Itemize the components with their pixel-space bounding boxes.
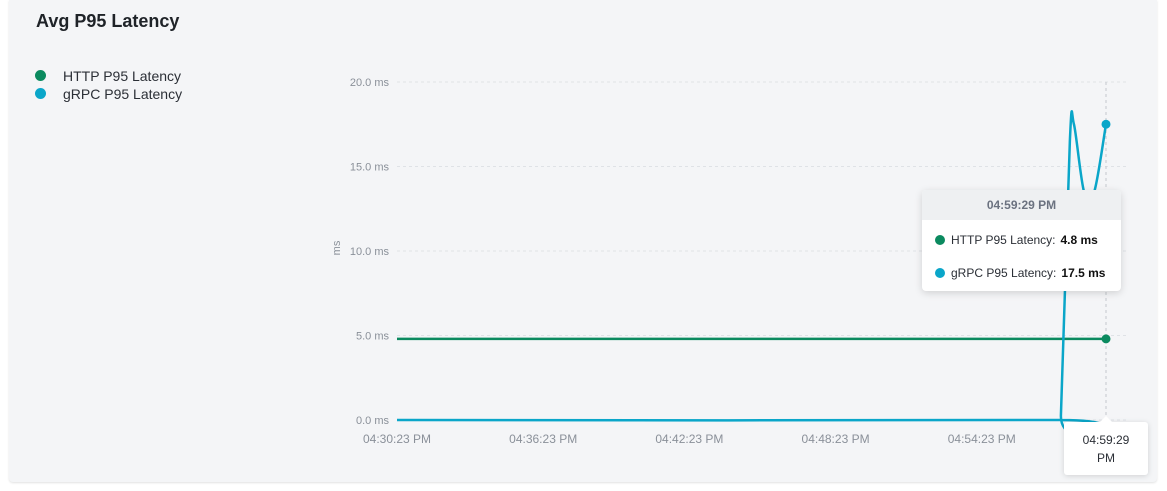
x-axis-hover-label: 04:59:29 PM xyxy=(1064,416,1148,475)
y-tick-label: 0.0 ms xyxy=(356,415,390,427)
x-tick-label: 04:48:23 PM xyxy=(802,432,870,446)
x-tick-label: 04:42:23 PM xyxy=(655,432,723,446)
x-hover-time: 04:59:29 xyxy=(1082,433,1130,447)
hover-point-grpc xyxy=(1101,119,1111,129)
tooltip-value-grpc: 17.5 ms xyxy=(1061,266,1106,280)
tooltip-label-grpc: gRPC P95 Latency: xyxy=(951,266,1057,280)
tooltip-time: 04:59:29 PM xyxy=(922,190,1121,220)
hover-point-http xyxy=(1101,334,1111,344)
hover-tooltip: 04:59:29 PM HTTP P95 Latency: 4.8 ms gRPC… xyxy=(922,190,1121,291)
tooltip-dot-http xyxy=(935,235,945,245)
y-tick-label: 5.0 ms xyxy=(356,331,390,343)
x-hover-ampm: PM xyxy=(1097,451,1115,465)
tooltip-row-http: HTTP P95 Latency: 4.8 ms xyxy=(935,233,1098,247)
x-tick-label: 04:30:23 PM xyxy=(363,432,431,446)
x-tick-label: 04:54:23 PM xyxy=(948,432,1016,446)
x-tick-label: 04:36:23 PM xyxy=(509,432,577,446)
tooltip-label-http: HTTP P95 Latency: xyxy=(951,233,1056,247)
tooltip-dot-grpc xyxy=(935,268,945,278)
y-tick-label: 20.0 ms xyxy=(350,77,390,89)
tooltip-row-grpc: gRPC P95 Latency: 17.5 ms xyxy=(935,266,1105,280)
y-axis-label: ms xyxy=(331,240,343,255)
tooltip-value-http: 4.8 ms xyxy=(1060,233,1098,247)
y-tick-label: 15.0 ms xyxy=(350,162,390,174)
y-tick-label: 10.0 ms xyxy=(350,246,390,258)
